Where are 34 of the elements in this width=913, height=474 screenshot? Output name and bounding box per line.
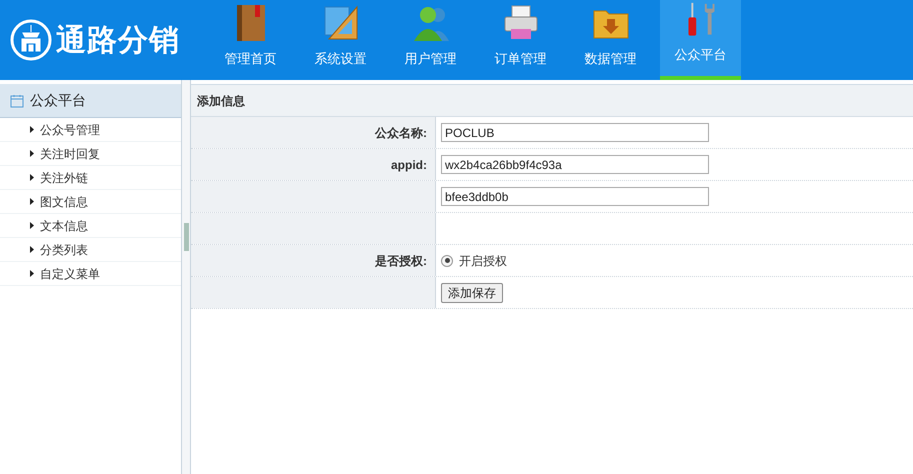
sidebar-item[interactable]: 文本信息 (0, 214, 181, 238)
sidebar-item[interactable]: 分类列表 (0, 238, 181, 262)
form-title: 添加信息 (191, 85, 913, 117)
triangle-icon (30, 246, 34, 253)
sidebar-item[interactable]: 公众号管理 (0, 118, 181, 142)
text-field[interactable]: wx2b4ca26bb9f4c93a (441, 155, 709, 174)
triangle-icon (30, 126, 34, 133)
radio-button[interactable] (441, 254, 453, 266)
field-label: 公众名称: (375, 124, 427, 142)
logo-text: 通路分销 (56, 22, 180, 58)
collapse-handle[interactable] (184, 223, 188, 251)
field-label: 是否授权: (375, 252, 427, 270)
sidebar-item[interactable]: 关注外链 (0, 166, 181, 190)
nav-tab[interactable]: 系统设置 (300, 0, 381, 80)
triangle-icon (30, 150, 34, 157)
radio-label: 开启授权 (459, 252, 507, 270)
sidebar-item[interactable]: 自定义菜单 (0, 262, 181, 286)
triangle-icon (30, 198, 34, 205)
nav-tab[interactable]: 用户管理 (390, 0, 471, 80)
nav-tab[interactable]: 订单管理 (480, 0, 561, 80)
text-field[interactable]: POCLUB (441, 123, 709, 142)
save-button[interactable]: 添加保存 (441, 282, 503, 302)
field-label: appid: (391, 156, 427, 174)
text-field[interactable]: bfee3ddb0b (441, 187, 709, 206)
sidebar-item[interactable]: 关注时回复 (0, 142, 181, 166)
calendar-icon (10, 94, 24, 108)
triangle-icon (30, 270, 34, 277)
sidebar-item[interactable]: 图文信息 (0, 190, 181, 214)
triangle-icon (30, 174, 34, 181)
logo-icon (10, 19, 52, 61)
nav-tab[interactable]: 数据管理 (570, 0, 651, 80)
nav-tab[interactable]: 管理首页 (210, 0, 291, 80)
sidebar-title: 公众平台 (30, 91, 86, 110)
triangle-icon (30, 222, 34, 229)
